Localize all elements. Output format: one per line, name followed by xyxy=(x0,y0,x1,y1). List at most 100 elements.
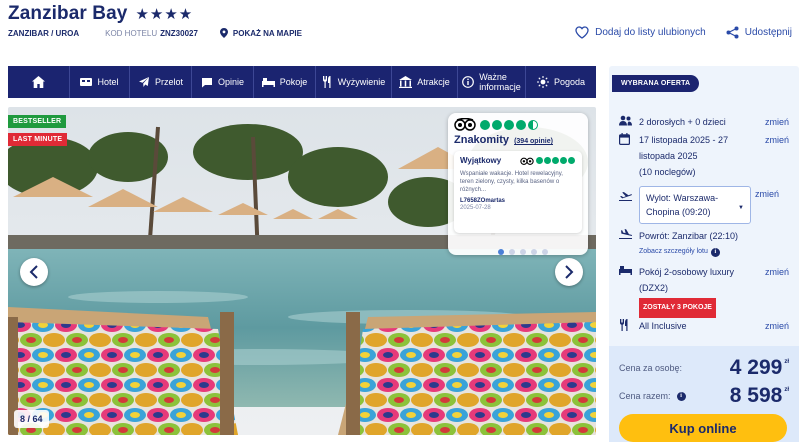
add-to-favorites-button[interactable]: Dodaj do listy ulubionych xyxy=(575,26,706,39)
dates-line-1: 17 listopada 2025 - 27 xyxy=(639,135,729,145)
nights-count: (10 noclegów) xyxy=(639,167,696,177)
nav-weather-label: Pogoda xyxy=(553,77,586,87)
review-date: 2025-07-28 xyxy=(460,205,491,211)
bed-icon xyxy=(619,266,632,275)
tripadvisor-reviews-link[interactable]: (394 opinie) xyxy=(514,138,553,145)
share-button[interactable]: Udostępnij xyxy=(726,26,792,39)
bestseller-badge: BESTSELLER xyxy=(8,115,67,128)
hotel-title-row: Zanzibar Bay ★★★★ xyxy=(8,2,193,26)
flight-details-link[interactable]: Zobacz szczegóły lotu i xyxy=(639,244,789,260)
pager-dot[interactable] xyxy=(531,249,537,255)
review-text: Wspaniałe wakacje. Hotel rewelacyjny, te… xyxy=(460,171,563,193)
room-row: Pokój 2-osobowy luxury (DZX2) ZOSTAŁY 3 … xyxy=(619,264,789,318)
pager-dot[interactable] xyxy=(509,249,515,255)
nav-hotel-label: Hotel xyxy=(97,77,119,87)
chat-icon xyxy=(201,77,212,87)
plane-takeoff-icon xyxy=(619,192,632,201)
calendar-icon xyxy=(619,133,630,145)
photo-gallery[interactable]: BESTSELLER LAST MINUTE 8 / 64 Znakomity … xyxy=(8,107,596,435)
return-value: Powrót: Zanzibar (22:10) xyxy=(639,231,739,241)
nav-flight[interactable]: Przelot xyxy=(130,66,192,98)
board-value: All Inclusive xyxy=(639,321,687,331)
nav-attractions[interactable]: Atrakcje xyxy=(392,66,458,98)
change-dates-link[interactable]: zmień xyxy=(765,132,789,180)
nav-home[interactable] xyxy=(8,66,70,98)
hotel-location: ZANZIBAR / UROA xyxy=(8,28,80,38)
tripadvisor-card[interactable]: Znakomity (394 opinie) Wyjątkowy Wspania… xyxy=(448,113,588,255)
gallery-next-button[interactable] xyxy=(555,258,583,286)
nav-rooms-label: Pokoje xyxy=(279,77,308,87)
show-on-map-link[interactable]: POKAŻ NA MAPIE xyxy=(219,28,302,38)
board-row: All Inclusive zmień xyxy=(619,318,789,334)
attraction-icon xyxy=(399,76,413,88)
hotel-code: KOD HOTELU ZNZ30027 xyxy=(105,29,198,38)
dates-row: 17 listopada 2025 - 27 listopada 2025 (1… xyxy=(619,132,789,180)
nav-reviews[interactable]: Opinie xyxy=(192,66,254,98)
room-line-2: (DZX2) xyxy=(639,283,668,293)
hotel-meta: ZANZIBAR / UROA KOD HOTELU ZNZ30027 POKAŻ… xyxy=(8,26,302,40)
nav-hotel[interactable]: Hotel xyxy=(70,66,130,98)
cutlery-icon xyxy=(322,76,331,88)
hotel-section-nav: Hotel Przelot Opinie Pokoje Wyżywienie A… xyxy=(8,66,596,98)
change-guests-link[interactable]: zmień xyxy=(765,114,789,130)
show-on-map-label: POKAŻ NA MAPIE xyxy=(232,28,302,38)
share-label: Udostępnij xyxy=(744,27,792,38)
nav-reviews-label: Opinie xyxy=(217,77,244,87)
change-room-link[interactable]: zmień xyxy=(765,264,789,318)
info-icon xyxy=(462,76,475,88)
guests-row: 2 dorosłych + 0 dzieci zmień xyxy=(619,114,789,130)
chevron-left-icon xyxy=(29,265,38,279)
top-actions: Dodaj do listy ulubionych Udostępnij xyxy=(575,26,792,39)
tripadvisor-header xyxy=(454,118,582,131)
nav-important-info[interactable]: Ważne informacje xyxy=(458,66,526,98)
cutlery-icon xyxy=(620,319,628,331)
departure-select[interactable]: Wylot: Warszawa- Chopina (09:20) ▼ xyxy=(639,186,751,224)
offer-sidebar: WYBRANA OFERTA 2 dorosłych + 0 dzieci zm… xyxy=(609,66,799,442)
nav-rooms[interactable]: Pokoje xyxy=(254,66,316,98)
dates-value: 17 listopada 2025 - 27 listopada 2025 (1… xyxy=(639,132,761,180)
currency-label: zł xyxy=(784,387,789,393)
change-departure-link[interactable]: zmień xyxy=(755,186,779,224)
tripadvisor-bubbles xyxy=(480,119,540,130)
rating-bubble xyxy=(492,119,502,130)
plane-icon xyxy=(138,77,149,87)
caret-down-icon: ▼ xyxy=(738,205,744,211)
price-per-person-value: 4 299 xyxy=(729,356,783,379)
nav-attractions-label: Atrakcje xyxy=(417,77,450,87)
guests-value: 2 dorosłych + 0 dzieci xyxy=(639,117,726,127)
info-icon[interactable]: i xyxy=(676,391,686,401)
review-bubbles xyxy=(520,157,576,165)
pager-dot[interactable] xyxy=(520,249,526,255)
nav-board[interactable]: Wyżywienie xyxy=(316,66,392,98)
return-block: Powrót: Zanzibar (22:10) Zobacz szczegół… xyxy=(639,228,789,260)
home-icon xyxy=(32,76,45,88)
pager-dot-active[interactable] xyxy=(498,249,504,255)
tripadvisor-rating-text: Znakomity xyxy=(454,134,510,146)
price-per-person: 4 299 zł xyxy=(730,356,789,380)
hotel-stars: ★★★★ xyxy=(135,6,194,23)
dates-line-2: listopada 2025 xyxy=(639,151,698,161)
review-header: Wyjątkowy xyxy=(460,156,576,165)
info-icon: i xyxy=(710,247,720,257)
last-minute-badge: LAST MINUTE xyxy=(8,133,68,146)
nav-important-info-label-1: Ważne xyxy=(479,72,507,82)
gallery-prev-button[interactable] xyxy=(20,258,48,286)
hotel-code-value: ZNZ30027 xyxy=(160,28,198,38)
rating-bubble xyxy=(516,119,526,130)
rating-bubble xyxy=(536,157,543,164)
rating-bubble xyxy=(568,157,575,164)
tripadvisor-owl-icon xyxy=(520,157,534,165)
room-line-1: Pokój 2-osobowy luxury xyxy=(639,267,735,277)
pager-dot[interactable] xyxy=(542,249,548,255)
gallery-counter: 8 / 64 xyxy=(14,410,49,428)
flight-details-label: Zobacz szczegóły lotu xyxy=(639,248,708,255)
bed-icon xyxy=(261,78,275,87)
heart-icon xyxy=(575,26,589,39)
buy-online-button[interactable]: Kup online xyxy=(619,414,787,442)
rooms-left-badge: ZOSTAŁY 3 POKOJE xyxy=(639,298,716,318)
rating-bubble-half xyxy=(528,119,538,130)
price-total-value: 8 598 xyxy=(729,384,783,407)
chevron-right-icon xyxy=(565,265,574,279)
change-board-link[interactable]: zmień xyxy=(765,318,789,334)
nav-weather[interactable]: Pogoda xyxy=(526,66,596,98)
